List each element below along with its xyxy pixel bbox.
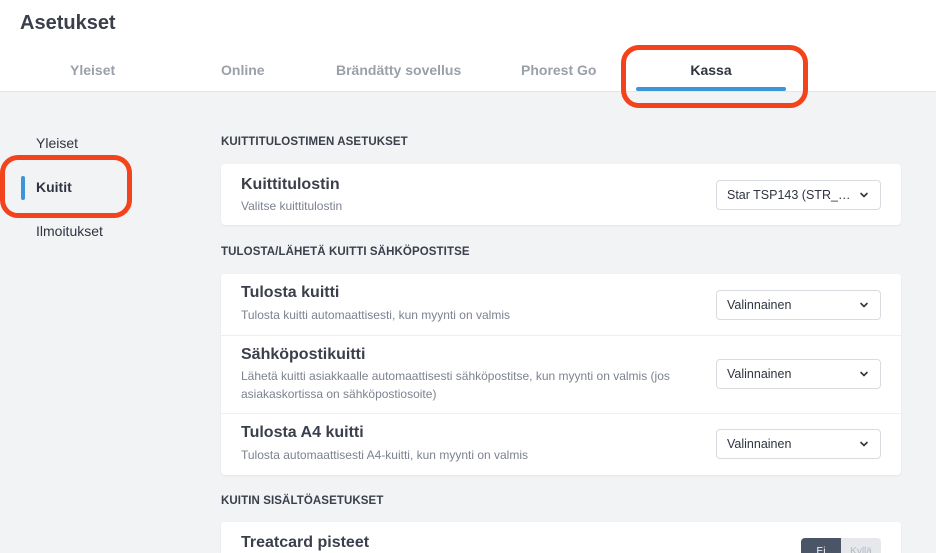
row-title: Treatcard pisteet [241, 534, 370, 551]
sidebar-item-kuitit[interactable]: Kuitit [36, 179, 72, 195]
print-receipt-row: Tulosta kuitti Tulosta kuitti automaatti… [221, 274, 901, 335]
row-title: Tulosta A4 kuitti [241, 424, 364, 441]
select-value: Valinnainen [727, 437, 792, 451]
email-receipt-row: Sähköpostikuitti Lähetä kuitti asiakkaal… [221, 335, 901, 413]
tab-brandatty-sovellus[interactable]: Brändätty sovellus [336, 62, 461, 82]
row-description: Valitse kuittitulostin [241, 199, 343, 213]
chevron-down-icon [860, 441, 868, 447]
active-tab-indicator [636, 87, 786, 91]
row-title: Sähköpostikuitti [241, 346, 366, 363]
page-title: Asetukset [20, 12, 116, 34]
select-value: Valinnainen [727, 298, 792, 312]
top-bar: Asetukset Yleiset Online Brändätty sovel… [0, 0, 936, 92]
select-value: Valinnainen [727, 367, 792, 381]
row-title: Kuittitulostin [241, 176, 340, 193]
toggle-option-no[interactable]: Ei [801, 538, 841, 553]
row-description: Tulosta automaattisesti A4-kuitti, kun m… [241, 448, 529, 462]
treatcard-points-row: Treatcard pisteet Ei Kyllä [221, 522, 901, 553]
chevron-down-icon [860, 192, 868, 198]
printer-settings-card: Kuittitulostin Valitse kuittitulostin St… [221, 164, 901, 225]
receipt-content-card: Treatcard pisteet Ei Kyllä [221, 522, 901, 553]
tab-online[interactable]: Online [221, 62, 265, 82]
tab-kassa[interactable]: Kassa [636, 62, 786, 82]
receipt-printer-row: Kuittitulostin Valitse kuittitulostin St… [221, 164, 901, 225]
row-title: Tulosta kuitti [241, 284, 340, 301]
treatcard-points-toggle[interactable]: Ei Kyllä [801, 538, 881, 553]
sidebar-item-ilmoitukset[interactable]: Ilmoitukset [36, 223, 103, 239]
tab-yleiset[interactable]: Yleiset [70, 62, 115, 82]
chevron-down-icon [860, 302, 868, 308]
print-a4-receipt-row: Tulosta A4 kuitti Tulosta automaattisest… [221, 413, 901, 475]
print-receipt-select[interactable]: Valinnainen [716, 290, 881, 320]
tab-phorest-go[interactable]: Phorest Go [521, 62, 596, 82]
print-a4-receipt-select[interactable]: Valinnainen [716, 429, 881, 459]
row-description: Tulosta kuitti automaattisesti, kun myyn… [241, 308, 510, 322]
select-value: Star TSP143 (STR_T-001) [727, 188, 875, 202]
email-receipt-select[interactable]: Valinnainen [716, 359, 881, 389]
section-heading-print-email: TULOSTA/LÄHETÄ KUITTI SÄHKÖPOSTITSE [221, 246, 470, 258]
toggle-option-yes[interactable]: Kyllä [841, 538, 881, 553]
section-heading-printer: KUITTITULOSTIMEN ASETUKSET [221, 136, 408, 148]
row-description: Lähetä kuitti asiakkaalle automaattisest… [241, 369, 670, 401]
sidebar-active-indicator [21, 176, 25, 200]
print-email-card: Tulosta kuitti Tulosta kuitti automaatti… [221, 274, 901, 475]
section-heading-receipt-content: KUITIN SISÄLTÖASETUKSET [221, 495, 384, 507]
receipt-printer-select[interactable]: Star TSP143 (STR_T-001) [716, 180, 881, 210]
sidebar-item-yleiset[interactable]: Yleiset [36, 135, 78, 151]
chevron-down-icon [860, 371, 868, 377]
